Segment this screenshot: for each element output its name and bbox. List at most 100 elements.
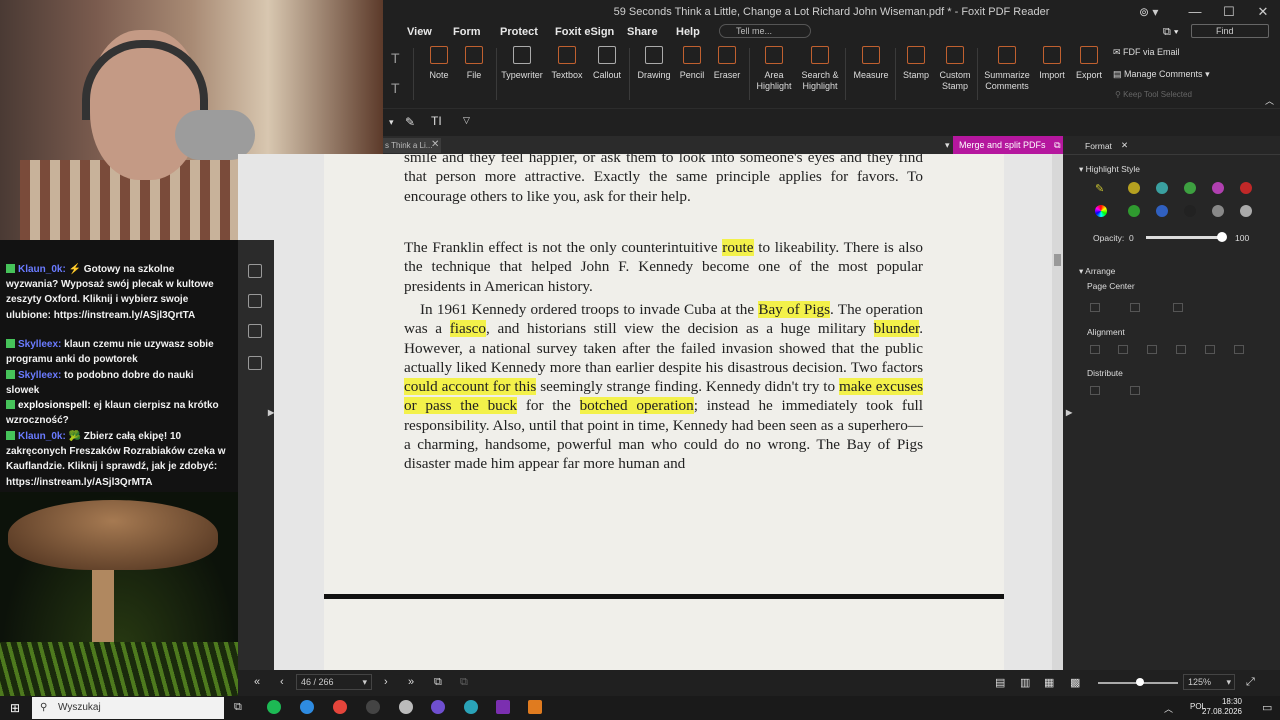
chevron-down-icon[interactable]: ▾ <box>945 140 950 151</box>
manage-comments-button[interactable]: ▤ Manage Comments ▾ <box>1113 69 1210 80</box>
chat-user: explosionspell: <box>18 400 91 411</box>
page-view-2-icon[interactable]: ⧉ <box>460 676 468 689</box>
arrange-header[interactable]: ▾ Arrange <box>1079 266 1115 277</box>
color-swatch[interactable] <box>1212 205 1224 217</box>
minimize-button[interactable]: — <box>1178 0 1212 24</box>
format-tab[interactable]: Format <box>1085 141 1112 151</box>
highlight[interactable]: could account for this <box>404 378 537 396</box>
color-swatch[interactable] <box>1184 205 1196 217</box>
zoom-select[interactable]: 125% ▾ <box>1183 674 1235 690</box>
discord-icon[interactable] <box>431 700 445 714</box>
chevron-down-icon[interactable]: ▾ <box>389 117 394 128</box>
menu-share[interactable]: Share <box>627 26 658 38</box>
scrollbar-thumb[interactable] <box>1054 254 1061 266</box>
foxit-icon[interactable] <box>528 700 542 714</box>
menu-form[interactable]: Form <box>453 26 481 38</box>
color-swatch[interactable] <box>1128 182 1140 194</box>
color-swatch[interactable] <box>1240 182 1252 194</box>
highlight[interactable]: blunder <box>873 320 920 338</box>
app-icon[interactable] <box>399 700 413 714</box>
layout-icon[interactable]: ⧉ ▾ <box>1163 26 1179 39</box>
chrome-icon[interactable] <box>333 700 347 714</box>
text-tool-icon[interactable]: T <box>391 50 400 66</box>
color-swatch[interactable] <box>1184 182 1196 194</box>
last-page-icon[interactable]: » <box>408 676 414 688</box>
menu-protect[interactable]: Protect <box>500 26 538 38</box>
highlighter-icon[interactable]: ✎ <box>1095 182 1104 195</box>
clock[interactable]: 18:30 27.08.2026 <box>1202 697 1242 717</box>
keep-tool-selected-label: Keep Tool Selected <box>1123 90 1192 99</box>
color-swatch[interactable] <box>1156 182 1168 194</box>
page-number-input[interactable]: 46 / 266 ▾ <box>296 674 372 690</box>
moss <box>0 642 238 696</box>
task-view-icon[interactable]: ⧉ <box>234 701 242 714</box>
text-format-icon[interactable]: TI <box>431 114 442 128</box>
next-page-icon[interactable]: › <box>384 676 388 688</box>
lock-icon[interactable] <box>248 324 262 338</box>
menu-view[interactable]: View <box>407 26 432 38</box>
continuous-page-icon[interactable]: ▥ <box>1020 676 1030 689</box>
pdf-page-next[interactable] <box>324 599 1004 670</box>
vertical-scrollbar[interactable] <box>1052 154 1063 670</box>
continuous-facing-icon[interactable]: ▩ <box>1070 676 1080 689</box>
collapse-ribbon-icon[interactable]: ︿ <box>1265 94 1274 107</box>
file-attach-icon <box>465 46 483 64</box>
opacity-slider[interactable] <box>1146 236 1222 239</box>
first-page-icon[interactable]: « <box>254 676 260 688</box>
color-picker-icon[interactable] <box>1095 205 1107 217</box>
custom-stamp-button[interactable]: Custom Stamp <box>927 46 983 92</box>
single-page-icon[interactable]: ▤ <box>995 676 1005 689</box>
color-swatch[interactable] <box>1128 205 1140 217</box>
page-view-icon[interactable]: ⧉ <box>434 676 442 689</box>
fullscreen-icon[interactable]: ⤢ <box>1246 676 1255 689</box>
menu-help[interactable]: Help <box>676 26 700 38</box>
close-button[interactable]: ✕ <box>1246 0 1280 24</box>
pdf-page[interactable]: smile and they feel happier, or ask them… <box>324 154 1004 594</box>
obs-icon[interactable] <box>366 700 380 714</box>
close-tab-icon[interactable]: ✕ <box>431 139 439 150</box>
summarize-comments-label: Summarize Comments <box>984 70 1030 91</box>
maximize-button[interactable]: ☐ <box>1212 0 1246 24</box>
highlight[interactable]: botched operation <box>579 397 694 415</box>
find-input[interactable]: Find <box>1191 24 1269 38</box>
search-highlight-button[interactable]: Search & Highlight <box>792 46 848 92</box>
close-panel-icon[interactable]: ✕ <box>1121 140 1128 151</box>
signature-icon[interactable] <box>248 356 262 370</box>
layers-icon[interactable] <box>248 264 262 278</box>
tray-expand-icon[interactable]: ︿ <box>1164 702 1173 715</box>
tell-me-input[interactable]: Tell me... <box>719 24 811 38</box>
pen-icon[interactable]: ✎ <box>405 115 415 129</box>
highlight[interactable]: Bay of Pigs <box>758 301 831 318</box>
menu-foxit-esign[interactable]: Foxit eSign <box>555 26 614 38</box>
attachment-icon[interactable] <box>248 294 262 308</box>
highlight[interactable]: fiasco <box>449 320 486 338</box>
export-button[interactable]: Export <box>1061 46 1117 81</box>
more-tools-icon[interactable]: ▽ <box>463 115 470 126</box>
collapse-panel-icon[interactable]: ▶ <box>1066 408 1072 417</box>
zoom-slider-handle[interactable] <box>1136 678 1144 686</box>
notification-icon[interactable]: ▭ <box>1262 701 1272 714</box>
account-icon[interactable]: ⊚ ▾ <box>1139 5 1158 19</box>
onenote-icon[interactable] <box>496 700 510 714</box>
color-swatch[interactable] <box>1212 182 1224 194</box>
app-2-icon[interactable] <box>464 700 478 714</box>
highlight-style-header[interactable]: ▾ Highlight Style <box>1079 164 1140 175</box>
expand-panel-icon[interactable]: ▶ <box>268 408 274 417</box>
windows-start-icon[interactable]: ⊞ <box>10 701 20 715</box>
color-swatch[interactable] <box>1240 205 1252 217</box>
opacity-slider-handle[interactable] <box>1217 232 1227 242</box>
taskbar-search-input[interactable]: ⚲ Wyszukaj <box>32 697 224 719</box>
spotify-icon[interactable] <box>267 700 281 714</box>
text-tool-2-icon[interactable]: T <box>391 80 400 96</box>
highlight[interactable]: route <box>722 239 754 256</box>
chat-message: Klaun_0k: 🥦 Zbierz całą ekipę! 10 zakręc… <box>6 429 228 490</box>
facing-page-icon[interactable]: ▦ <box>1044 676 1054 689</box>
edge-icon[interactable] <box>300 700 314 714</box>
merge-split-label: Merge and split PDFs <box>959 140 1046 150</box>
merge-split-button[interactable]: Merge and split PDFs ⧉ <box>953 136 1063 154</box>
previous-page-icon[interactable]: ‹ <box>280 676 284 688</box>
keep-tool-selected-button[interactable]: ⚲ Keep Tool Selected <box>1115 90 1192 99</box>
fdf-via-email-button[interactable]: ✉ FDF via Email <box>1113 47 1180 58</box>
align-top-icon <box>1090 345 1100 354</box>
color-swatch[interactable] <box>1156 205 1168 217</box>
